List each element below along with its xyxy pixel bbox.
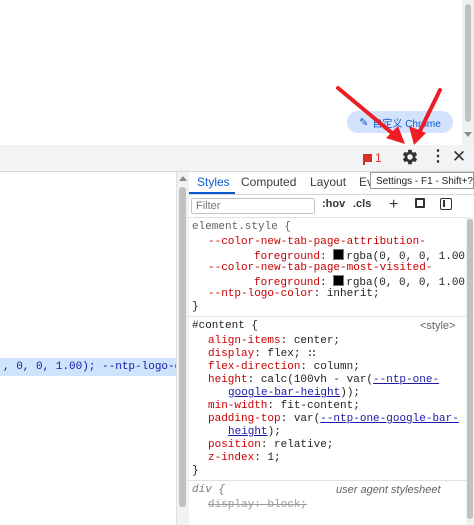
color-swatch-icon[interactable] bbox=[333, 249, 345, 260]
style-property[interactable]: --color-new-tab-page-most-visited- bbox=[208, 262, 432, 275]
tab-computed[interactable]: Computed bbox=[241, 172, 296, 193]
page-scrollbar-thumb[interactable] bbox=[465, 4, 471, 122]
elements-scrollbar-thumb[interactable] bbox=[179, 187, 186, 507]
selected-dom-node-line[interactable]: , 0, 0, 1.00); --ntp-logo-col bbox=[0, 358, 176, 376]
pencil-icon: ✎ bbox=[359, 116, 369, 129]
rule-close-brace: } bbox=[192, 301, 199, 313]
styles-scrollbar[interactable] bbox=[466, 217, 474, 525]
class-toggle[interactable]: .cls bbox=[353, 198, 371, 210]
page-scrollbar[interactable] bbox=[462, 0, 474, 145]
style-property-value[interactable]: height); bbox=[228, 426, 281, 439]
style-property[interactable]: display: flex; bbox=[208, 348, 317, 361]
color-format-icon[interactable] bbox=[415, 198, 425, 208]
rule-selector-element-style: element.style { bbox=[192, 221, 292, 233]
settings-tooltip: Settings - F1 - Shift+? bbox=[370, 172, 474, 189]
issues-badge[interactable]: 1 bbox=[363, 150, 382, 166]
active-tab-indicator bbox=[189, 192, 235, 194]
close-icon[interactable]: ✕ bbox=[451, 148, 467, 166]
rule-selector-content[interactable]: #content { bbox=[192, 320, 258, 333]
customize-chrome-label: 自定义 Chrome bbox=[372, 118, 441, 130]
style-property-value[interactable]: google-bar-height)); bbox=[228, 387, 360, 400]
style-property[interactable]: min-width: fit-content; bbox=[208, 400, 360, 413]
rule-divider bbox=[189, 316, 474, 317]
style-property[interactable]: height: calc(100vh - var(--ntp-one- bbox=[208, 374, 439, 387]
scroll-up-arrow-icon[interactable] bbox=[179, 176, 187, 181]
style-property[interactable]: flex-direction: column; bbox=[208, 361, 360, 374]
issues-count: 1 bbox=[375, 151, 382, 165]
style-property[interactable]: position: relative; bbox=[208, 439, 333, 452]
rule-divider bbox=[189, 480, 474, 481]
style-property[interactable]: --color-new-tab-page-attribution- bbox=[208, 236, 426, 249]
kebab-menu-icon[interactable]: ⋮ bbox=[430, 148, 446, 166]
tab-layout[interactable]: Layout bbox=[310, 172, 346, 193]
rule-close-brace: } bbox=[192, 465, 199, 477]
styles-scrollbar-thumb[interactable] bbox=[467, 219, 473, 519]
elements-scrollbar[interactable] bbox=[176, 172, 189, 525]
rule-origin-label: user agent stylesheet bbox=[336, 484, 441, 496]
color-swatch-icon[interactable] bbox=[333, 275, 345, 286]
style-property[interactable]: align-items: center; bbox=[208, 335, 340, 348]
issue-flag-icon bbox=[363, 154, 372, 165]
customize-chrome-button[interactable]: ✎ 自定义 Chrome bbox=[347, 111, 453, 133]
elements-panel bbox=[0, 172, 177, 525]
hover-state-toggle[interactable]: :hov bbox=[322, 198, 345, 210]
gear-icon[interactable] bbox=[401, 148, 419, 166]
rule-origin-link[interactable]: <style> bbox=[420, 320, 455, 332]
rule-selector-div: div { bbox=[192, 484, 226, 496]
style-property[interactable]: --ntp-logo-color: inherit; bbox=[208, 288, 380, 301]
tab-styles[interactable]: Styles bbox=[197, 172, 230, 193]
scroll-down-arrow-icon[interactable] bbox=[464, 132, 472, 137]
style-property[interactable]: z-index: 1; bbox=[208, 452, 281, 465]
toggle-sidebar-icon[interactable] bbox=[440, 198, 452, 210]
overridden-style-property: display: block; bbox=[208, 499, 308, 511]
filter-input[interactable] bbox=[191, 198, 315, 214]
style-property[interactable]: padding-top: var(--ntp-one-google-bar- bbox=[208, 413, 459, 426]
flexbox-editor-icon[interactable] bbox=[307, 348, 317, 357]
new-style-rule-icon[interactable]: + bbox=[389, 196, 398, 214]
